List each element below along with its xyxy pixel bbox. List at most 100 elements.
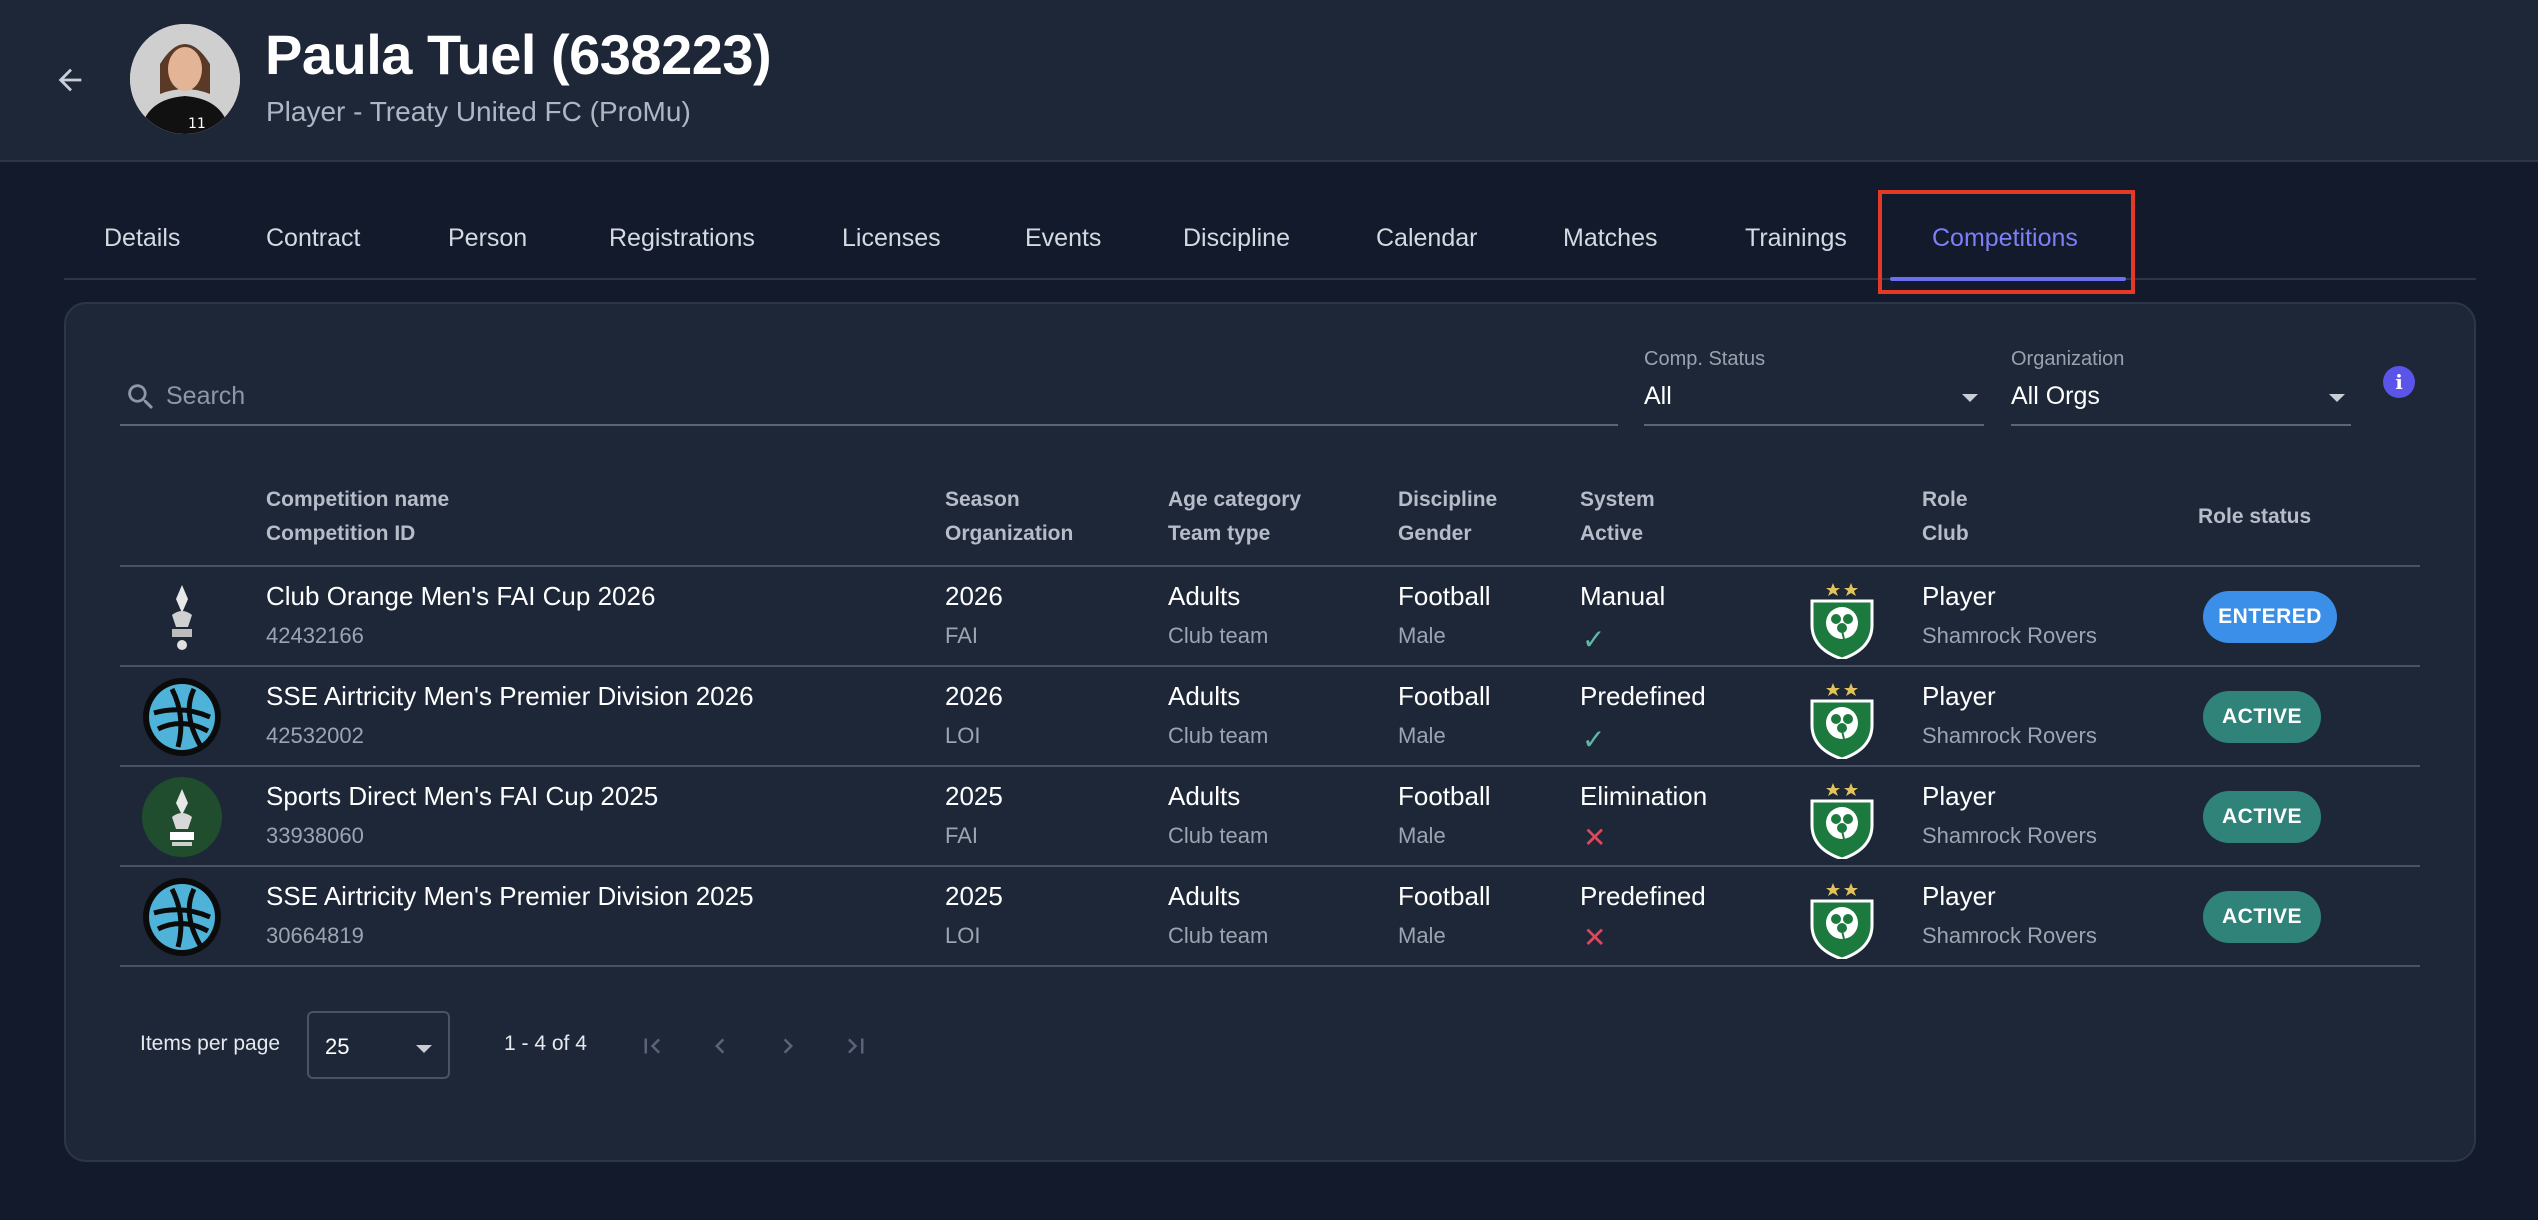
age-category: Adults [1168, 681, 1241, 711]
team-type: Club team [1168, 823, 1269, 848]
first-page-button[interactable] [630, 1024, 674, 1068]
profile-header: 11 Paula Tuel (638223) Player - Treaty U… [0, 0, 2538, 162]
organization: LOI [945, 723, 981, 748]
column-header-role-status[interactable]: Role status [2198, 500, 2311, 534]
info-icon[interactable]: i [2383, 366, 2415, 398]
competition-id: 42432166 [266, 623, 364, 648]
team-type: Club team [1168, 923, 1269, 948]
column-header-role[interactable]: Role Club [1922, 483, 1969, 551]
comp-status-value: All [1644, 382, 1672, 410]
column-header-age[interactable]: Age category Team type [1168, 483, 1301, 551]
tab-registrations[interactable]: Registrations [609, 224, 755, 253]
check-icon: ✓ [1582, 724, 1606, 755]
season: 2025 [945, 781, 1003, 811]
svg-text:11: 11 [188, 116, 206, 132]
team-type: Club team [1168, 623, 1269, 648]
items-per-page-value: 25 [325, 1034, 350, 1059]
tab-trainings[interactable]: Trainings [1745, 224, 1847, 253]
competition-name: Sports Direct Men's FAI Cup 2025 [266, 781, 659, 811]
gender: Male [1398, 723, 1446, 748]
season: 2026 [945, 681, 1003, 711]
status-badge: ENTERED [2203, 591, 2337, 643]
tab-calendar[interactable]: Calendar [1376, 224, 1477, 253]
chevron-down-icon [2329, 394, 2345, 402]
column-header-name[interactable]: Competition name Competition ID [266, 483, 449, 551]
tab-person[interactable]: Person [448, 224, 527, 253]
tab-matches[interactable]: Matches [1563, 224, 1657, 253]
chevron-down-icon [416, 1045, 432, 1053]
competition-id: 30664819 [266, 923, 364, 948]
competition-id: 33938060 [266, 823, 364, 848]
team-type: Club team [1168, 723, 1269, 748]
column-header-discipline[interactable]: Discipline Gender [1398, 483, 1497, 551]
chevron-left-icon [715, 1038, 725, 1054]
season: 2025 [945, 881, 1003, 911]
discipline: Football [1398, 781, 1491, 811]
last-page-button[interactable] [834, 1024, 878, 1068]
items-per-page-label: Items per page [140, 1032, 281, 1055]
role: Player [1922, 581, 1996, 611]
club: Shamrock Rovers [1922, 823, 2097, 848]
gender: Male [1398, 623, 1446, 648]
next-page-button[interactable] [766, 1024, 810, 1068]
age-category: Adults [1168, 581, 1241, 611]
club: Shamrock Rovers [1922, 723, 2097, 748]
status-badge: ACTIVE [2203, 891, 2321, 943]
system: Predefined [1580, 681, 1706, 711]
fai-cup-icon [164, 583, 200, 651]
page-title: Paula Tuel (638223) [265, 23, 772, 86]
organization-select[interactable]: Organization All Orgs [2011, 346, 2351, 426]
discipline: Football [1398, 681, 1491, 711]
highlight-box [1878, 190, 2135, 294]
column-header-season[interactable]: Season Organization [945, 483, 1073, 551]
organization-value: All Orgs [2011, 382, 2100, 410]
role: Player [1922, 881, 1996, 911]
competition-id: 42532002 [266, 723, 364, 748]
fai-cup-green-icon [142, 777, 222, 857]
page-range: 1 - 4 of 4 [504, 1032, 587, 1055]
back-button[interactable] [48, 58, 92, 102]
organization: FAI [945, 623, 979, 648]
last-page-icon [848, 1038, 864, 1054]
tab-licenses[interactable]: Licenses [842, 224, 941, 253]
tab-details[interactable]: Details [104, 224, 180, 253]
shamrock-rovers-crest-icon [1810, 881, 1874, 959]
organization: LOI [945, 923, 981, 948]
system: Predefined [1580, 881, 1706, 911]
previous-page-button[interactable] [698, 1024, 742, 1068]
first-page-icon [644, 1038, 660, 1054]
system: Elimination [1580, 781, 1708, 811]
tab-events[interactable]: Events [1025, 224, 1101, 253]
gender: Male [1398, 823, 1446, 848]
search-icon [128, 384, 154, 410]
chevron-down-icon [1962, 394, 1978, 402]
comp-status-select[interactable]: Comp. Status All [1644, 346, 1984, 426]
organization: FAI [945, 823, 979, 848]
page-subtitle: Player - Treaty United FC (ProMu) [266, 96, 691, 127]
role: Player [1922, 781, 1996, 811]
search-field [120, 372, 1618, 426]
shamrock-rovers-crest-icon [1810, 781, 1874, 859]
chevron-right-icon [783, 1038, 793, 1054]
competition-name: SSE Airtricity Men's Premier Division 20… [266, 681, 754, 711]
table-row[interactable]: Club Orange Men's FAI Cup 2026 42432166 … [120, 567, 2420, 667]
competition-name: Club Orange Men's FAI Cup 2026 [266, 581, 656, 611]
search-input[interactable] [166, 376, 1566, 416]
system: Manual [1580, 581, 1666, 611]
table-row[interactable]: Sports Direct Men's FAI Cup 2025 3393806… [120, 767, 2420, 867]
club: Shamrock Rovers [1922, 623, 2097, 648]
close-icon: ✕ [1583, 922, 1607, 953]
items-per-page-select[interactable]: 25 [307, 1011, 450, 1079]
competition-name: SSE Airtricity Men's Premier Division 20… [266, 881, 754, 911]
column-header-system[interactable]: System Active [1580, 483, 1655, 551]
shamrock-rovers-crest-icon [1810, 581, 1874, 659]
table-row[interactable]: SSE Airtricity Men's Premier Division 20… [120, 667, 2420, 767]
table-row[interactable]: SSE Airtricity Men's Premier Division 20… [120, 867, 2420, 967]
status-badge: ACTIVE [2203, 691, 2321, 743]
loi-icon [142, 677, 222, 757]
organization-label: Organization [2011, 348, 2125, 370]
tab-discipline[interactable]: Discipline [1183, 224, 1290, 253]
close-icon: ✕ [1583, 822, 1607, 853]
tab-contract[interactable]: Contract [266, 224, 360, 253]
loi-icon [142, 877, 222, 957]
